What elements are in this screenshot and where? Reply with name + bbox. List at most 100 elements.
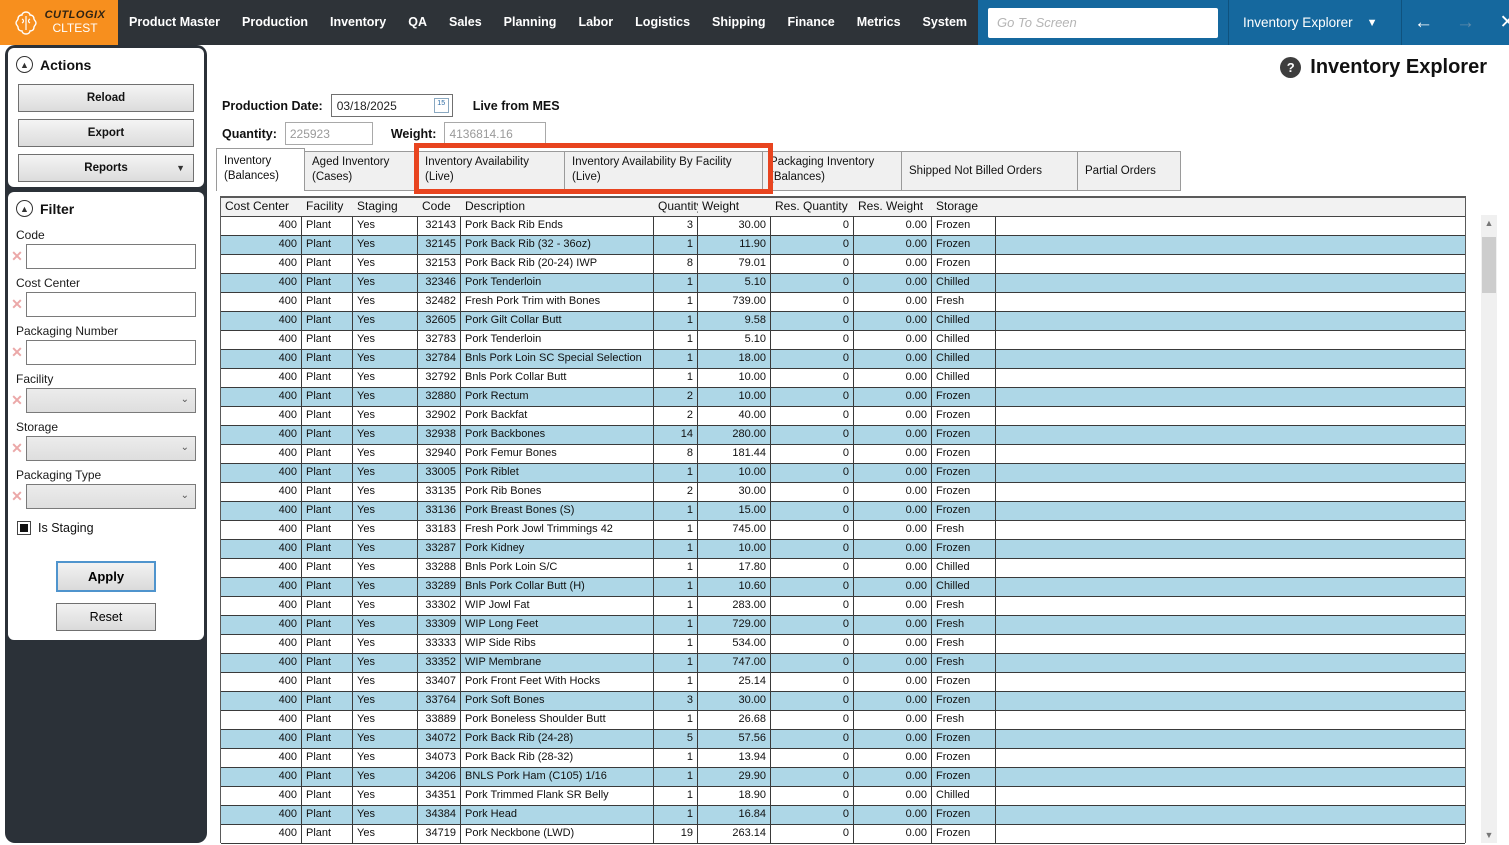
column-header-description[interactable]: Description <box>461 198 654 216</box>
column-header-cost-center[interactable]: Cost Center <box>221 198 302 216</box>
column-header-quantity[interactable]: Quantity <box>654 198 698 216</box>
table-row[interactable]: 400 Plant Yes 34351 Pork Trimmed Flank SR Be… <box>221 787 1465 806</box>
table-row[interactable]: 400 Plant Yes 34072 Pork Back Rib (24-28) 5 57… <box>221 730 1465 749</box>
menu-item-inventory[interactable]: Inventory <box>319 0 397 45</box>
column-header-facility[interactable]: Facility <box>302 198 353 216</box>
table-row[interactable]: 400 Plant Yes 32792 Bnls Pork Collar Butt 1 10… <box>221 369 1465 388</box>
menu-item-labor[interactable]: Labor <box>567 0 624 45</box>
table-row[interactable]: 400 Plant Yes 33183 Fresh Pork Jowl Trimming… <box>221 521 1465 540</box>
menu-item-qa[interactable]: QA <box>397 0 438 45</box>
table-row[interactable]: 400 Plant Yes 32605 Pork Gilt Collar Butt 1 9.… <box>221 312 1465 331</box>
table-row[interactable]: 400 Plant Yes 32153 Pork Back Rib (20-24) IW… <box>221 255 1465 274</box>
table-row[interactable]: 400 Plant Yes 33302 WIP Jowl Fat 1 283.00 0 0.00… <box>221 597 1465 616</box>
export-button[interactable]: Export <box>18 119 194 147</box>
filter-input-cost-center[interactable] <box>26 292 196 317</box>
screen-selector-dropdown[interactable]: Inventory Explorer ▼ <box>1229 0 1391 45</box>
menu-item-sales[interactable]: Sales <box>438 0 493 45</box>
back-button[interactable]: ← <box>1402 0 1444 45</box>
cell-res-quantity: 0 <box>771 521 854 539</box>
calendar-icon[interactable]: 15 <box>433 98 449 113</box>
is-staging-checkbox[interactable]: Is Staging <box>17 521 204 535</box>
clear-icon[interactable]: ✕ <box>8 392 26 409</box>
tab-inventory-balances[interactable]: Inventory (Balances) <box>216 148 305 191</box>
table-row[interactable]: 400 Plant Yes 33287 Pork Kidney 1 10.00 0 0.00 Fr… <box>221 540 1465 559</box>
table-row[interactable]: 400 Plant Yes 32783 Pork Tenderloin 1 5.10 0 0.0… <box>221 331 1465 350</box>
weight-field[interactable] <box>444 122 547 145</box>
table-row[interactable]: 400 Plant Yes 33289 Bnls Pork Collar Butt (H… <box>221 578 1465 597</box>
menu-item-metrics[interactable]: Metrics <box>846 0 912 45</box>
filter-select-storage[interactable]: ⌄ <box>26 436 196 461</box>
filter-select-facility[interactable]: ⌄ <box>26 388 196 413</box>
menu-item-system[interactable]: System <box>912 0 978 45</box>
scrollbar-thumb[interactable] <box>1482 237 1496 293</box>
column-header-code[interactable]: Code <box>418 198 461 216</box>
tab-aged-inventory-cases[interactable]: Aged Inventory (Cases) <box>305 151 418 191</box>
apply-button[interactable]: Apply <box>56 561 156 592</box>
clear-icon[interactable]: ✕ <box>8 488 26 505</box>
table-row[interactable]: 400 Plant Yes 33005 Pork Riblet 1 10.00 0 0.00 Fr… <box>221 464 1465 483</box>
reload-button[interactable]: Reload <box>18 84 194 112</box>
table-row[interactable]: 400 Plant Yes 32346 Pork Tenderloin 1 5.10 0 0.0… <box>221 274 1465 293</box>
table-row[interactable]: 400 Plant Yes 33889 Pork Boneless Shoulder B… <box>221 711 1465 730</box>
column-header-staging[interactable]: Staging <box>353 198 418 216</box>
menu-item-planning[interactable]: Planning <box>493 0 568 45</box>
clear-icon[interactable]: ✕ <box>8 248 26 265</box>
table-row[interactable]: 400 Plant Yes 32143 Pork Back Rib Ends 3 30.00… <box>221 217 1465 236</box>
table-row[interactable]: 400 Plant Yes 33333 WIP Side Ribs 1 534.00 0 0.0… <box>221 635 1465 654</box>
collapse-chevron-icon[interactable]: ▲ <box>16 56 33 73</box>
close-button[interactable]: ✕ <box>1486 0 1509 45</box>
filter-select-packaging-type[interactable]: ⌄ <box>26 484 196 509</box>
column-header-weight[interactable]: Weight <box>698 198 771 216</box>
table-row[interactable]: 400 Plant Yes 32940 Pork Femur Bones 8 181.44 0… <box>221 445 1465 464</box>
scroll-down-icon[interactable]: ▼ <box>1481 827 1497 843</box>
cell-code: 34384 <box>418 806 461 824</box>
go-to-screen-input[interactable] <box>988 7 1219 38</box>
cell-weight: 18.00 <box>698 350 771 368</box>
tab-inventory-availability-live[interactable]: Inventory Availability (Live) <box>418 151 565 191</box>
reports-dropdown-button[interactable]: Reports ▼ <box>18 154 194 182</box>
table-row[interactable]: 400 Plant Yes 34384 Pork Head 1 16.84 0 0.00 Froz… <box>221 806 1465 825</box>
menu-item-finance[interactable]: Finance <box>777 0 846 45</box>
table-row[interactable]: 400 Plant Yes 33407 Pork Front Feet With Hoc… <box>221 673 1465 692</box>
production-date-input[interactable]: 03/18/2025 15 <box>330 94 453 117</box>
table-row[interactable]: 400 Plant Yes 33309 WIP Long Feet 1 729.00 0 0.0… <box>221 616 1465 635</box>
table-row[interactable]: 400 Plant Yes 33288 Bnls Pork Loin S/C 1 17.80… <box>221 559 1465 578</box>
clear-icon[interactable]: ✕ <box>8 344 26 361</box>
table-row[interactable]: 400 Plant Yes 34073 Pork Back Rib (28-32) 1 13… <box>221 749 1465 768</box>
column-header-res-weight[interactable]: Res. Weight <box>854 198 932 216</box>
tab-partial-orders[interactable]: Partial Orders <box>1078 151 1181 191</box>
table-row[interactable]: 400 Plant Yes 33352 WIP Membrane 1 747.00 0 0.00… <box>221 654 1465 673</box>
scroll-up-icon[interactable]: ▲ <box>1481 215 1497 231</box>
table-row[interactable]: 400 Plant Yes 34206 BNLS Pork Ham (C105) 1/1… <box>221 768 1465 787</box>
forward-button[interactable]: → <box>1444 0 1486 45</box>
menu-item-shipping[interactable]: Shipping <box>701 0 776 45</box>
table-row[interactable]: 400 Plant Yes 33764 Pork Soft Bones 3 30.00 0 0.… <box>221 692 1465 711</box>
table-row[interactable]: 400 Plant Yes 34719 Pork Neckbone (LWD) 19 263… <box>221 825 1465 844</box>
table-row[interactable]: 400 Plant Yes 32880 Pork Rectum 2 10.00 0 0.00 Fr… <box>221 388 1465 407</box>
table-row[interactable]: 400 Plant Yes 32145 Pork Back Rib (32 - 36oz… <box>221 236 1465 255</box>
filter-input-packaging-number[interactable] <box>26 340 196 365</box>
clear-icon[interactable]: ✕ <box>8 440 26 457</box>
table-row[interactable]: 400 Plant Yes 32784 Bnls Pork Loin SC Specia… <box>221 350 1465 369</box>
column-header-storage[interactable]: Storage <box>932 198 996 216</box>
tab-packaging-inventory-balances[interactable]: Packaging Inventory (Balances) <box>763 151 902 191</box>
clear-icon[interactable]: ✕ <box>8 296 26 313</box>
collapse-chevron-icon[interactable]: ▲ <box>16 200 33 217</box>
table-row[interactable]: 400 Plant Yes 33136 Pork Breast Bones (S) 1 15… <box>221 502 1465 521</box>
cell-description: Pork Head <box>461 806 654 824</box>
table-row[interactable]: 400 Plant Yes 33135 Pork Rib Bones 2 30.00 0 0.0… <box>221 483 1465 502</box>
vertical-scrollbar[interactable]: ▲ ▼ <box>1481 215 1497 843</box>
table-row[interactable]: 400 Plant Yes 32902 Pork Backfat 2 40.00 0 0.00 F… <box>221 407 1465 426</box>
table-row[interactable]: 400 Plant Yes 32482 Fresh Pork Trim with Bon… <box>221 293 1465 312</box>
help-icon[interactable]: ? <box>1280 57 1302 78</box>
tab-shipped-not-billed-orders[interactable]: Shipped Not Billed Orders <box>902 151 1078 191</box>
quantity-field[interactable] <box>284 122 373 145</box>
tab-inventory-availability-by-facility-live[interactable]: Inventory Availability By Facility (Live) <box>565 151 763 191</box>
reset-button[interactable]: Reset <box>56 603 156 631</box>
filter-input-code[interactable] <box>26 244 196 269</box>
menu-item-logistics[interactable]: Logistics <box>624 0 701 45</box>
table-row[interactable]: 400 Plant Yes 32938 Pork Backbones 14 280.00 0 0… <box>221 426 1465 445</box>
menu-item-production[interactable]: Production <box>231 0 319 45</box>
menu-item-product-master[interactable]: Product Master <box>118 0 231 45</box>
column-header-res-quantity[interactable]: Res. Quantity <box>771 198 854 216</box>
